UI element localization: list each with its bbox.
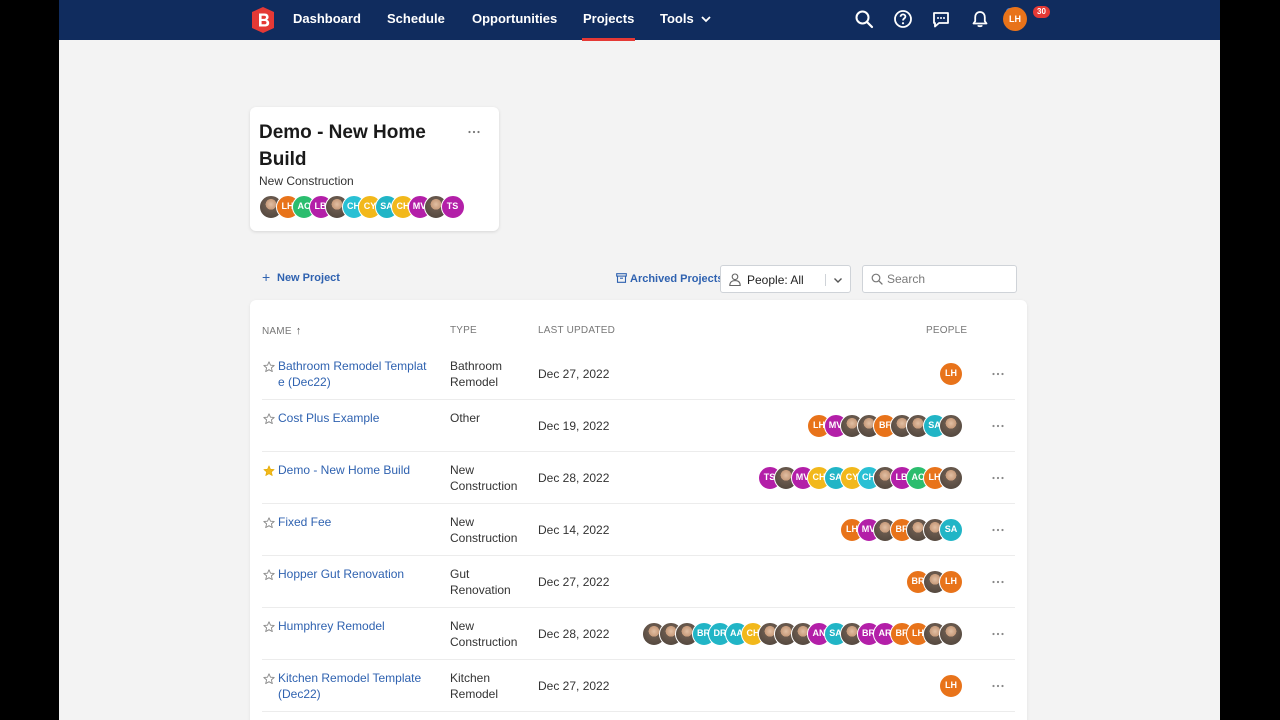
chat-icon[interactable] (931, 9, 951, 29)
project-people-stack[interactable]: BR DR AA CH AN SA BR AR BF LH (642, 622, 963, 646)
project-name-link[interactable]: Cost Plus Example (278, 410, 430, 426)
more-options-icon[interactable] (991, 367, 1005, 381)
table-row[interactable]: Fixed Fee New Construction Dec 14, 2022 LH M… (250, 504, 1027, 556)
more-options-icon[interactable] (991, 575, 1005, 589)
column-header-name-label: NAME (262, 326, 292, 337)
more-options-icon[interactable] (991, 523, 1005, 537)
table-row[interactable]: Humphrey Remodel New Construction Dec 28, … (250, 608, 1027, 660)
archived-projects-link[interactable]: Archived Projects (616, 272, 724, 286)
project-last-updated: Dec 28, 2022 (538, 627, 610, 641)
project-people-stack[interactable]: LH MV BF SA (807, 414, 963, 438)
project-name-link[interactable]: Hopper Gut Renovation (278, 566, 430, 582)
column-header-name[interactable]: NAME ↑ (262, 325, 301, 338)
column-header-last-updated[interactable]: LAST UPDATED (538, 325, 615, 337)
more-options-icon[interactable] (991, 627, 1005, 641)
notification-count-badge: 30 (1033, 6, 1050, 18)
project-people-stack[interactable]: LH MV BF SA (840, 518, 963, 542)
more-options-icon[interactable] (991, 471, 1005, 485)
bell-icon[interactable] (970, 9, 990, 29)
chevron-down-icon[interactable] (832, 274, 844, 286)
search-icon[interactable] (854, 9, 874, 29)
project-people-stack[interactable]: BR LH (906, 570, 963, 594)
featured-people-stack[interactable]: LH AC LB CH CY SA CH MV TS (259, 195, 465, 219)
user-avatar[interactable]: LH (1003, 7, 1027, 31)
project-type: New Construction (450, 619, 518, 649)
nav-schedule[interactable]: Schedule (387, 11, 445, 27)
featured-project-type: New Construction (259, 174, 354, 188)
column-header-people: PEOPLE (926, 325, 968, 336)
more-options-icon[interactable] (991, 679, 1005, 693)
person-avatar[interactable]: TS (440, 195, 465, 219)
project-type: Kitchen Remodel (450, 671, 499, 701)
people-filter-value: People: All (747, 273, 804, 287)
person-photo-avatar[interactable] (939, 466, 963, 490)
project-type: New Construction (450, 463, 518, 493)
nav-projects[interactable]: Projects (581, 11, 636, 41)
project-last-updated: Dec 28, 2022 (538, 471, 610, 485)
featured-project-title[interactable]: Demo - New Home Build (259, 119, 459, 173)
help-icon[interactable] (893, 9, 913, 29)
project-search[interactable] (862, 265, 1017, 293)
star-outline-icon[interactable] (263, 621, 275, 633)
project-type: New Construction (450, 515, 518, 545)
nav-tools[interactable]: Tools (660, 11, 694, 27)
more-options-icon[interactable] (991, 419, 1005, 433)
more-options-icon[interactable] (467, 125, 481, 139)
star-outline-icon[interactable] (263, 361, 275, 373)
person-avatar[interactable]: LH (939, 674, 963, 698)
project-type: Other (450, 411, 481, 425)
app-viewport: Dashboard Schedule Opportunities Project… (59, 0, 1220, 720)
select-divider (825, 274, 826, 286)
nav-opportunities[interactable]: Opportunities (472, 11, 557, 27)
person-avatar[interactable]: LH (939, 570, 963, 594)
table-row[interactable]: Demo - New Home Build New Construction Dec… (250, 452, 1027, 504)
project-last-updated: Dec 27, 2022 (538, 575, 610, 589)
person-photo-avatar[interactable] (939, 622, 963, 646)
star-outline-icon[interactable] (263, 413, 275, 425)
table-row[interactable]: Bathroom Remodel Template (Dec22) Bathroo… (250, 348, 1027, 400)
person-avatar[interactable]: LH (939, 362, 963, 386)
new-project-button[interactable]: + New Project (262, 270, 340, 285)
table-row[interactable]: Cost Plus Example Other Dec 19, 2022 LH MV BF… (250, 400, 1027, 452)
search-input[interactable] (887, 271, 1007, 287)
project-last-updated: Dec 19, 2022 (538, 419, 610, 433)
project-people-stack[interactable]: LH (939, 674, 963, 698)
star-filled-icon[interactable] (263, 465, 275, 477)
person-photo-avatar[interactable] (939, 414, 963, 438)
people-filter-select[interactable]: People: All (720, 265, 851, 293)
star-outline-icon[interactable] (263, 673, 275, 685)
archive-box-icon (616, 273, 627, 283)
project-name-link[interactable]: Demo - New Home Build (278, 462, 430, 478)
plus-icon: + (262, 269, 271, 285)
table-row[interactable]: Kitchen Remodel Template (Dec22) Kitchen … (250, 660, 1027, 712)
project-last-updated: Dec 27, 2022 (538, 367, 610, 381)
project-people-stack[interactable]: LH (939, 362, 963, 386)
project-name-link[interactable]: Humphrey Remodel (278, 618, 430, 634)
column-header-type[interactable]: TYPE (450, 325, 477, 337)
person-avatar[interactable]: SA (939, 518, 963, 542)
project-last-updated: Dec 14, 2022 (538, 523, 610, 537)
new-project-label: New Project (277, 272, 340, 284)
archived-projects-label: Archived Projects (630, 273, 724, 285)
person-icon (729, 273, 741, 286)
row-divider (262, 711, 1015, 712)
buildertrend-logo-icon[interactable] (250, 6, 276, 34)
project-type: Gut Renovation (450, 567, 511, 597)
search-icon (871, 273, 883, 285)
project-name-link[interactable]: Bathroom Remodel Template (Dec22) (278, 358, 430, 390)
projects-table: NAME ↑ TYPE LAST UPDATED PEOPLE Bathroom … (250, 300, 1027, 720)
star-outline-icon[interactable] (263, 517, 275, 529)
project-people-stack[interactable]: TS MV CH SA CY CH LB AC LH (757, 466, 963, 490)
sort-ascending-icon: ↑ (295, 325, 302, 337)
project-name-link[interactable]: Kitchen Remodel Template (Dec22) (278, 670, 430, 702)
project-name-link[interactable]: Fixed Fee (278, 514, 430, 530)
nav-dashboard[interactable]: Dashboard (293, 11, 361, 27)
star-outline-icon[interactable] (263, 569, 275, 581)
featured-project-card[interactable]: Demo - New Home Build New Construction L… (250, 107, 499, 231)
top-navbar: Dashboard Schedule Opportunities Project… (59, 0, 1220, 41)
project-last-updated: Dec 27, 2022 (538, 679, 610, 693)
chevron-down-icon[interactable] (700, 13, 712, 25)
project-type: Bathroom Remodel (450, 359, 503, 389)
table-row[interactable]: Hopper Gut Renovation Gut Renovation Dec 2… (250, 556, 1027, 608)
